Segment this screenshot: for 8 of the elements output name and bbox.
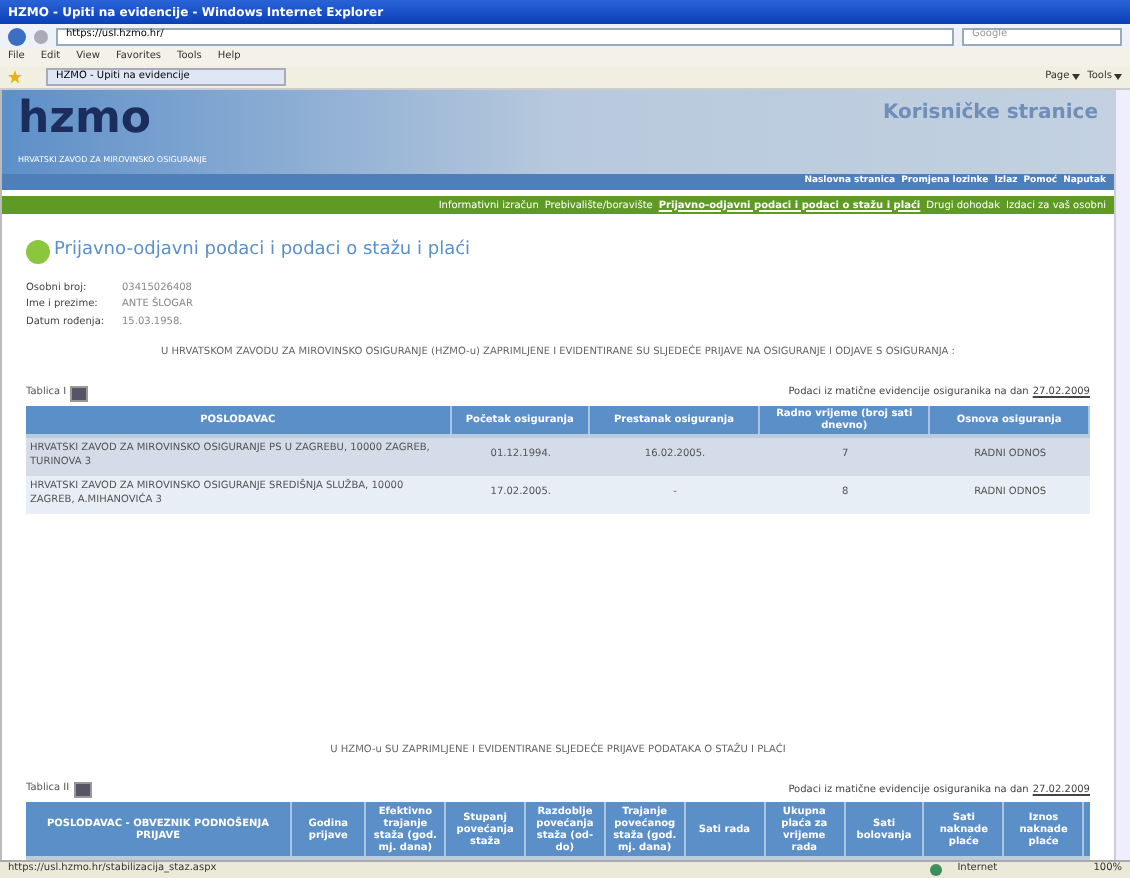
page-title: Prijavno-odjavni podaci i podaci o stažu i plaći [54,238,471,264]
site-heading: Korisničke stranice [882,100,1098,128]
caret-icon [1114,74,1122,80]
star-icon[interactable] [8,70,22,84]
site-logo: hzmo [18,98,154,142]
back-icon[interactable] [8,27,26,45]
caret-icon [1071,74,1080,80]
scrollbar[interactable] [1114,90,1130,860]
